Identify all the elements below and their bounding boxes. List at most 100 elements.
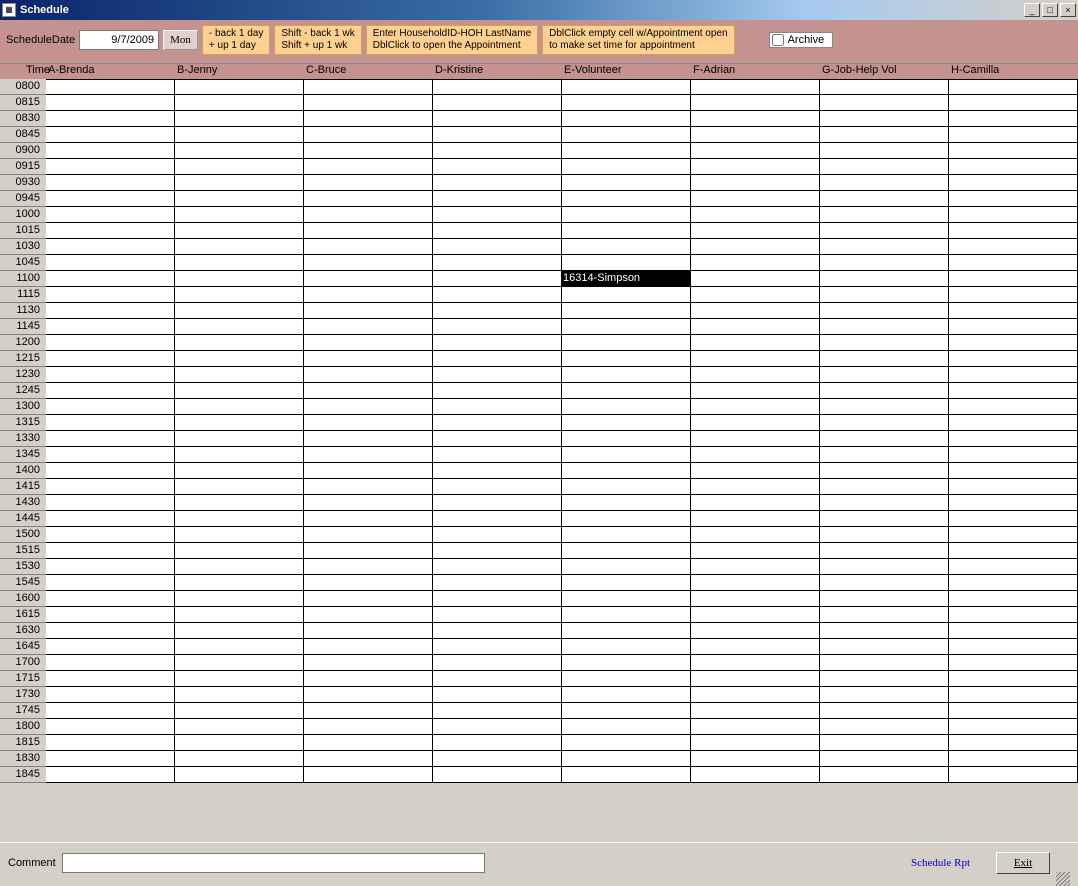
appointment-cell[interactable] <box>46 319 175 335</box>
appointment-cell[interactable] <box>175 703 304 719</box>
archive-checkbox[interactable] <box>772 34 784 46</box>
appointment-cell[interactable] <box>46 527 175 543</box>
appointment-cell[interactable] <box>433 447 562 463</box>
appointment-cell[interactable] <box>949 671 1078 687</box>
appointment-cell[interactable] <box>433 255 562 271</box>
appointment-cell[interactable] <box>820 655 949 671</box>
appointment-cell[interactable] <box>175 687 304 703</box>
appointment-cell[interactable] <box>562 351 691 367</box>
appointment-cell[interactable] <box>691 447 820 463</box>
appointment-cell[interactable] <box>304 383 433 399</box>
appointment-cell[interactable] <box>46 671 175 687</box>
appointment-cell[interactable] <box>175 143 304 159</box>
appointment-cell[interactable] <box>562 543 691 559</box>
appointment-cell[interactable] <box>304 255 433 271</box>
appointment-cell[interactable] <box>304 527 433 543</box>
appointment-cell[interactable] <box>562 607 691 623</box>
appointment-cell[interactable] <box>949 463 1078 479</box>
appointment-cell[interactable] <box>820 751 949 767</box>
appointment-cell[interactable] <box>46 559 175 575</box>
appointment-cell[interactable] <box>175 623 304 639</box>
appointment-cell[interactable] <box>691 239 820 255</box>
appointment-cell[interactable] <box>304 447 433 463</box>
appointment-cell[interactable] <box>691 127 820 143</box>
appointment-cell[interactable] <box>46 591 175 607</box>
appointment-cell[interactable] <box>433 415 562 431</box>
appointment-cell[interactable] <box>949 543 1078 559</box>
appointment-cell[interactable] <box>46 223 175 239</box>
appointment-cell[interactable] <box>175 751 304 767</box>
appointment-cell[interactable] <box>46 543 175 559</box>
appointment-cell[interactable] <box>820 559 949 575</box>
appointment-cell[interactable] <box>562 447 691 463</box>
appointment-cell[interactable] <box>691 671 820 687</box>
appointment-cell[interactable] <box>562 703 691 719</box>
appointment-cell[interactable] <box>304 287 433 303</box>
appointment-cell[interactable] <box>433 671 562 687</box>
appointment-cell[interactable] <box>562 431 691 447</box>
appointment-cell[interactable] <box>820 735 949 751</box>
appointment-cell[interactable] <box>562 191 691 207</box>
appointment-cell[interactable] <box>562 559 691 575</box>
appointment-cell[interactable] <box>175 399 304 415</box>
appointment-cell[interactable] <box>691 511 820 527</box>
appointment-cell[interactable] <box>304 95 433 111</box>
appointment-cell[interactable] <box>175 127 304 143</box>
appointment-cell[interactable] <box>304 415 433 431</box>
appointment-cell[interactable] <box>433 303 562 319</box>
appointment-cell[interactable] <box>304 591 433 607</box>
appointment-cell[interactable] <box>175 671 304 687</box>
appointment-cell[interactable] <box>175 735 304 751</box>
appointment-cell[interactable] <box>175 639 304 655</box>
appointment-cell[interactable] <box>562 415 691 431</box>
appointment-cell[interactable] <box>691 527 820 543</box>
resize-grip[interactable] <box>1056 872 1070 886</box>
appointment-cell[interactable] <box>949 223 1078 239</box>
appointment-cell[interactable] <box>433 95 562 111</box>
appointment-cell[interactable] <box>820 319 949 335</box>
appointment-cell[interactable] <box>304 687 433 703</box>
exit-button[interactable]: Exit <box>996 852 1050 874</box>
appointment-cell[interactable] <box>949 95 1078 111</box>
appointment-cell[interactable] <box>304 751 433 767</box>
appointment-cell[interactable] <box>46 431 175 447</box>
appointment-cell[interactable] <box>304 495 433 511</box>
appointment-cell[interactable] <box>691 735 820 751</box>
appointment-cell[interactable] <box>304 127 433 143</box>
appointment-cell[interactable] <box>175 111 304 127</box>
appointment-cell[interactable] <box>562 159 691 175</box>
appointment-cell[interactable] <box>562 255 691 271</box>
appointment-cell[interactable] <box>820 399 949 415</box>
appointment-cell[interactable] <box>949 479 1078 495</box>
appointment-cell[interactable] <box>304 735 433 751</box>
appointment-cell[interactable] <box>46 655 175 671</box>
appointment-cell[interactable] <box>175 159 304 175</box>
archive-control[interactable]: Archive <box>769 32 834 48</box>
appointment-cell[interactable] <box>949 767 1078 783</box>
appointment-cell[interactable] <box>562 111 691 127</box>
appointment-cell[interactable] <box>820 335 949 351</box>
appointment-cell[interactable] <box>175 95 304 111</box>
maximize-button[interactable]: □ <box>1042 3 1058 17</box>
appointment-cell[interactable] <box>691 607 820 623</box>
appointment-cell[interactable] <box>949 351 1078 367</box>
appointment-cell[interactable] <box>562 639 691 655</box>
appointment-cell[interactable] <box>820 767 949 783</box>
appointment-cell[interactable] <box>304 143 433 159</box>
appointment-cell[interactable] <box>691 431 820 447</box>
appointment-cell[interactable] <box>949 527 1078 543</box>
appointment-cell[interactable] <box>175 335 304 351</box>
appointment-cell[interactable] <box>820 271 949 287</box>
appointment-cell[interactable] <box>949 239 1078 255</box>
appointment-cell[interactable] <box>691 271 820 287</box>
appointment-cell[interactable] <box>46 255 175 271</box>
appointment-cell[interactable] <box>175 79 304 95</box>
appointment-cell[interactable] <box>433 207 562 223</box>
appointment-cell[interactable] <box>175 495 304 511</box>
appointment-cell[interactable] <box>820 591 949 607</box>
appointment-cell[interactable] <box>433 271 562 287</box>
appointment-cell[interactable] <box>820 719 949 735</box>
appointment-cell[interactable] <box>949 79 1078 95</box>
appointment-cell[interactable] <box>820 79 949 95</box>
appointment-cell[interactable] <box>433 223 562 239</box>
